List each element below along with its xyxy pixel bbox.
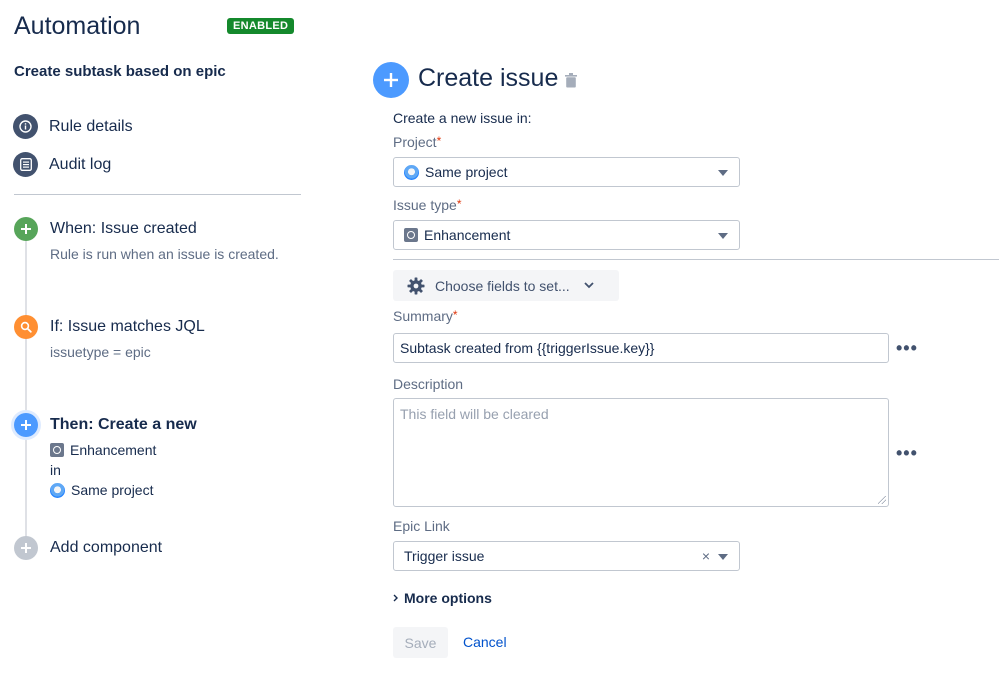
app-title: Automation xyxy=(14,12,141,40)
more-actions-icon[interactable]: ••• xyxy=(896,338,918,359)
trigger-subtitle: Rule is run when an issue is created. xyxy=(50,246,279,262)
issue-type-select[interactable]: Enhancement xyxy=(393,220,740,250)
more-actions-icon[interactable]: ••• xyxy=(896,443,918,464)
project-label: Project* xyxy=(393,134,442,150)
nav-label: Audit log xyxy=(49,155,112,173)
action-project: Same project xyxy=(50,482,153,498)
summary-input[interactable]: Subtask created from {{triggerIssue.key}… xyxy=(393,333,889,363)
description-textarea[interactable]: This field will be cleared xyxy=(393,398,889,507)
status-badge: ENABLED xyxy=(227,18,295,34)
chevron-right-icon xyxy=(393,594,398,602)
nav-rule-details[interactable]: Rule details xyxy=(13,114,133,139)
save-button[interactable]: Save xyxy=(393,627,448,658)
rule-name: Create subtask based on epic xyxy=(14,63,226,80)
more-options-toggle[interactable]: More options xyxy=(393,590,492,606)
chevron-down-icon xyxy=(718,554,728,560)
condition-title[interactable]: If: Issue matches JQL xyxy=(50,318,205,336)
search-icon xyxy=(14,315,38,339)
issue-type-label: Issue type* xyxy=(393,197,462,213)
epic-link-select[interactable]: Trigger issue × xyxy=(393,541,740,571)
list-icon xyxy=(13,152,38,177)
action-issue-type: Enhancement xyxy=(50,442,156,458)
chevron-down-icon xyxy=(718,233,728,239)
action-title[interactable]: Then: Create a new xyxy=(50,416,197,434)
resize-handle[interactable] xyxy=(878,496,886,504)
plus-icon xyxy=(373,62,409,98)
add-component-button[interactable]: Add component xyxy=(50,539,162,557)
cancel-button[interactable]: Cancel xyxy=(463,634,507,650)
page-title: Create issue xyxy=(418,64,559,92)
timeline-line xyxy=(25,240,27,540)
plus-icon xyxy=(14,413,38,437)
divider xyxy=(14,194,301,195)
summary-label: Summary* xyxy=(393,308,458,324)
info-icon xyxy=(13,114,38,139)
trash-icon[interactable] xyxy=(565,73,577,93)
chevron-down-icon xyxy=(584,282,594,289)
intro-text: Create a new issue in: xyxy=(393,110,532,126)
clear-icon[interactable]: × xyxy=(702,548,710,564)
project-avatar-icon xyxy=(404,164,419,180)
action-in: in xyxy=(50,462,61,478)
trigger-title[interactable]: When: Issue created xyxy=(50,220,197,238)
choose-fields-button[interactable]: Choose fields to set... xyxy=(393,270,619,301)
gear-icon xyxy=(407,277,425,295)
nav-label: Rule details xyxy=(49,117,133,135)
divider xyxy=(393,259,999,260)
project-select[interactable]: Same project xyxy=(393,157,740,187)
plus-icon[interactable] xyxy=(14,536,38,560)
project-avatar-icon xyxy=(50,482,65,498)
plus-icon xyxy=(14,217,38,241)
enhancement-icon xyxy=(50,443,64,457)
enhancement-icon xyxy=(404,228,418,242)
chevron-down-icon xyxy=(718,170,728,176)
nav-audit-log[interactable]: Audit log xyxy=(13,152,111,177)
condition-subtitle: issuetype = epic xyxy=(50,344,151,360)
description-label: Description xyxy=(393,376,464,392)
epic-link-label: Epic Link xyxy=(393,518,450,534)
